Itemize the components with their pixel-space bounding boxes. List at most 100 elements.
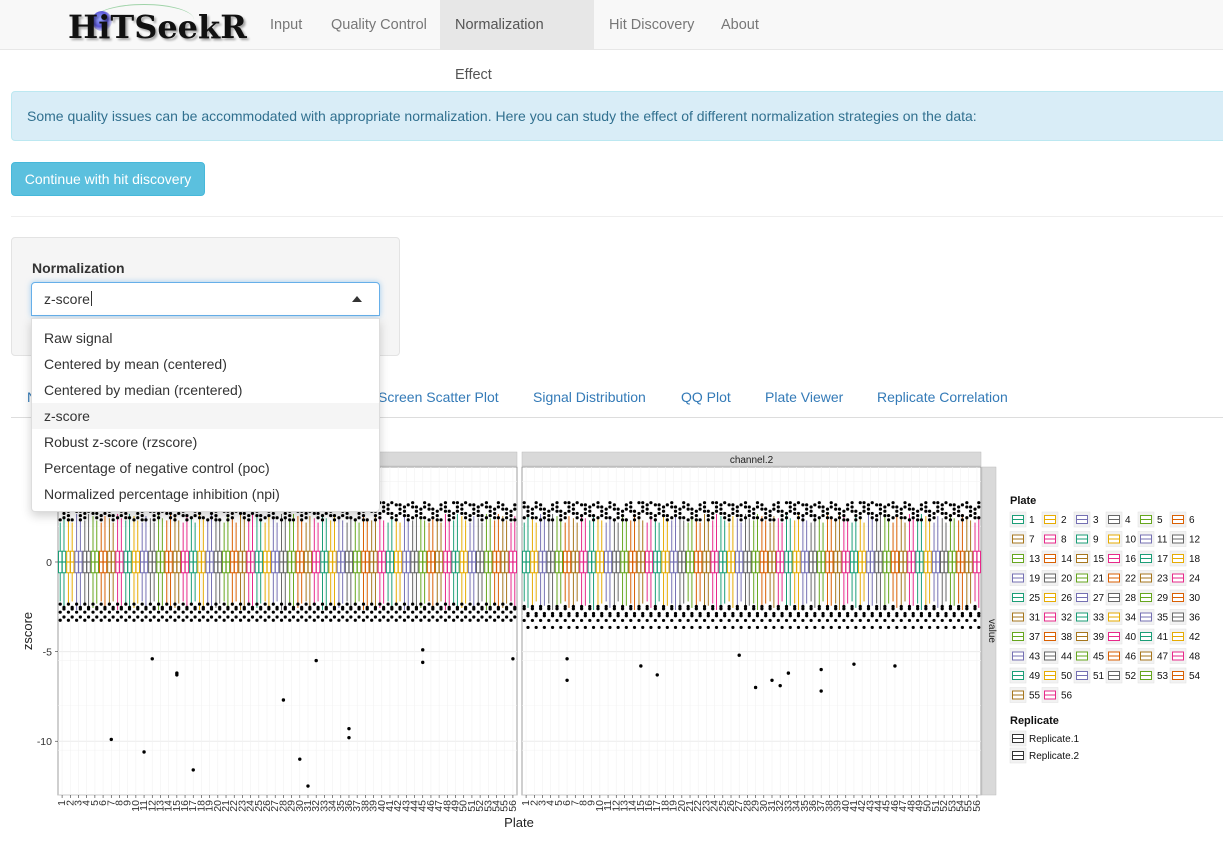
outlier-point	[657, 625, 661, 630]
tab-plate-viewer[interactable]: Plate Viewer	[765, 389, 843, 405]
outlier-point	[386, 511, 390, 516]
outlier-point	[565, 657, 569, 661]
nav-input[interactable]: Input	[255, 0, 317, 50]
tab-signal-distribution[interactable]: Signal Distribution	[533, 389, 646, 405]
outlier-point	[702, 501, 707, 505]
outlier-point	[670, 618, 674, 623]
outlier-point	[555, 505, 559, 509]
outlier-point	[891, 501, 895, 505]
outlier-point	[150, 657, 154, 661]
outlier-point	[555, 618, 559, 623]
tab-replicate-correlation[interactable]: Replicate Correlation	[877, 389, 1008, 405]
nav-normalization-effect[interactable]: Normalization Effect	[440, 0, 594, 83]
outlier-point	[739, 611, 743, 616]
legend-label: 52	[1125, 671, 1137, 682]
legend-label: 22	[1125, 574, 1137, 585]
nav-about[interactable]: About	[706, 0, 774, 50]
outlier-point	[612, 604, 616, 609]
outlier-point	[419, 602, 423, 606]
option-raw-signal[interactable]: Raw signal	[32, 325, 379, 351]
tab-screen-scatter-plot[interactable]: Screen Scatter Plot	[378, 389, 499, 405]
outlier-point	[140, 618, 144, 622]
option-centered[interactable]: Centered by mean (centered)	[32, 351, 379, 377]
legend-label: 16	[1125, 554, 1137, 565]
outlier-point	[370, 602, 374, 606]
caret-up-icon[interactable]	[352, 296, 362, 302]
outlier-point	[686, 507, 690, 511]
top-navbar: HiTSeekR Input Quality Control Normaliza…	[0, 0, 1223, 83]
outlier-point	[394, 610, 398, 614]
outlier-point	[866, 618, 871, 623]
outlier-point	[977, 516, 981, 520]
nav-quality-control[interactable]: Quality Control	[316, 0, 442, 50]
option-rzscore[interactable]: Robust z-score (rzscore)	[32, 429, 379, 455]
outlier-point	[476, 610, 480, 614]
outlier-point	[809, 604, 813, 609]
outlier-point	[772, 518, 776, 522]
outlier-point	[653, 604, 657, 609]
outlier-point	[394, 602, 398, 606]
option-poc[interactable]: Percentage of negative control (poc)	[32, 455, 379, 481]
outlier-point	[780, 518, 784, 522]
outlier-point	[801, 604, 805, 609]
outlier-point	[747, 513, 751, 518]
outlier-point	[464, 516, 468, 520]
outlier-point	[657, 503, 661, 507]
legend-label: 8	[1061, 535, 1067, 546]
outlier-point	[682, 625, 686, 630]
outlier-point	[793, 604, 797, 609]
outlier-point	[329, 513, 333, 518]
y-axis-title: zscore	[20, 612, 35, 650]
outlier-point	[423, 516, 427, 520]
outlier-point	[608, 611, 612, 616]
outlier-point	[645, 604, 649, 609]
outlier-point	[402, 602, 407, 606]
outlier-point	[165, 610, 169, 614]
brand-logo[interactable]: HiTSeekR	[68, 4, 247, 48]
outlier-point	[932, 618, 936, 623]
outlier-point	[665, 518, 669, 522]
normalization-select[interactable]: z-score	[31, 282, 380, 316]
outlier-point	[75, 618, 79, 622]
outlier-point	[875, 513, 879, 518]
tab-qq-plot[interactable]: QQ Plot	[681, 389, 731, 405]
y-tick-label: 0	[46, 557, 52, 569]
outlier-point	[472, 503, 476, 507]
outlier-point	[267, 615, 271, 619]
option-npi[interactable]: Normalized percentage inhibition (npi)	[32, 481, 379, 507]
outlier-point	[460, 618, 464, 622]
outlier-point	[230, 610, 234, 614]
outlier-point	[177, 615, 181, 619]
outlier-point	[821, 513, 825, 518]
outlier-point	[111, 513, 115, 518]
outlier-point	[547, 513, 551, 518]
outlier-point	[632, 625, 637, 630]
outlier-point	[332, 605, 337, 609]
outlier-point	[682, 611, 686, 616]
outlier-point	[390, 511, 394, 516]
outlier-point	[148, 618, 152, 622]
outlier-point	[850, 505, 854, 509]
legend-label: 28	[1125, 593, 1137, 604]
outlier-point	[419, 516, 423, 520]
legend-label: 17	[1157, 554, 1169, 565]
outlier-point	[504, 507, 509, 511]
nav-hit-discovery[interactable]: Hit Discovery	[594, 0, 709, 50]
outlier-point	[911, 611, 915, 616]
outlier-point	[694, 604, 698, 609]
option-rcentered[interactable]: Centered by median (rcentered)	[32, 377, 379, 403]
continue-hit-discovery-button[interactable]: Continue with hit discovery	[11, 162, 205, 196]
outlier-point	[378, 516, 382, 520]
outlier-point	[345, 602, 349, 606]
outlier-point	[608, 505, 612, 509]
outlier-point	[719, 604, 723, 609]
outlier-point	[226, 518, 230, 522]
outlier-point	[488, 509, 492, 513]
outlier-point	[735, 509, 739, 513]
outlier-point	[168, 605, 173, 609]
legend-label: 46	[1125, 652, 1137, 663]
outlier-point	[259, 513, 263, 518]
outlier-point	[641, 501, 645, 505]
option-zscore[interactable]: z-score	[32, 403, 379, 429]
outlier-point	[764, 511, 768, 516]
